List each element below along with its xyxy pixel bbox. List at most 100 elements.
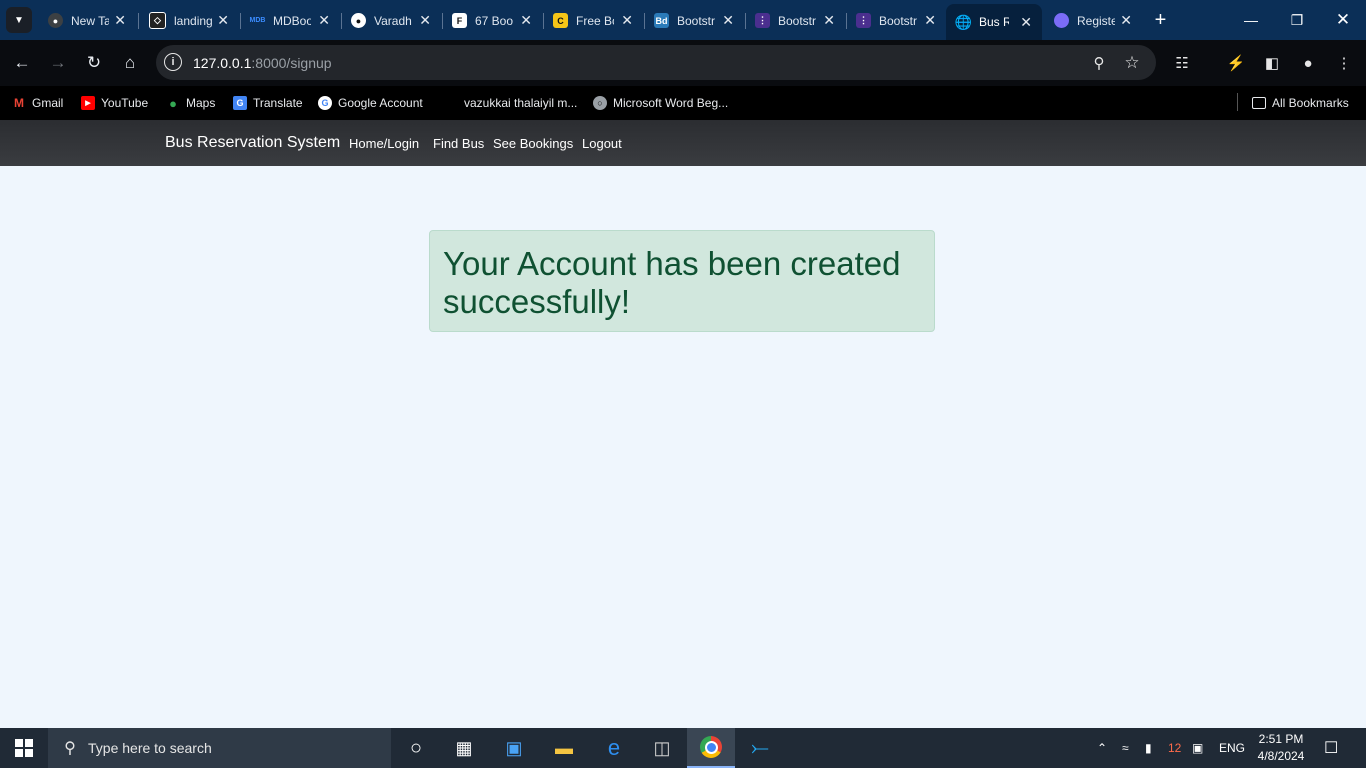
close-icon[interactable]: ✕ — [924, 12, 936, 29]
close-icon[interactable]: ✕ — [722, 12, 734, 29]
tab-title: Register — [1077, 13, 1115, 28]
tab-bootstrap-3[interactable]: ⋮ Bootstrap ✕ — [846, 8, 946, 33]
menu-kebab-icon[interactable]: ⋮ — [1332, 51, 1356, 75]
close-icon[interactable]: ✕ — [419, 12, 431, 29]
c-icon: C — [553, 13, 568, 28]
tab-bus-reservation[interactable]: 🌐 Bus Reservation ✕ — [946, 4, 1042, 40]
tab-title: Bootstrap — [879, 13, 917, 28]
clock-date: 4/8/2024 — [1257, 749, 1305, 763]
taskbar-search-box[interactable]: ⚲ Type here to search — [48, 728, 391, 768]
nav-logout[interactable]: Logout — [582, 136, 622, 151]
navbar-brand[interactable]: Bus Reservation System — [165, 134, 340, 152]
url-text[interactable]: 127.0.0.1:8000/signup — [193, 55, 332, 71]
display-icon[interactable]: ▣ — [1192, 728, 1203, 768]
cortana-icon[interactable]: ○ — [392, 728, 440, 768]
success-alert: Your Account has been created successful… — [429, 230, 935, 332]
tab-title: New Tab — [71, 13, 109, 28]
close-icon[interactable]: ✕ — [1120, 12, 1132, 29]
close-window-button[interactable]: ✕ — [1320, 0, 1366, 40]
bookmarks-separator — [1237, 93, 1238, 111]
bookmark-youtube[interactable]: ▶ YouTube — [81, 93, 148, 113]
close-icon[interactable]: ✕ — [520, 12, 532, 29]
bookmark-translate[interactable]: G Translate — [233, 93, 303, 113]
translate-icon: G — [233, 96, 247, 110]
google-icon: G — [318, 96, 332, 110]
bookmarks-bar: M Gmail ▶ YouTube ● Maps G Translate G G… — [0, 86, 1366, 120]
bookmark-label: Gmail — [32, 96, 64, 110]
home-button[interactable]: ⌂ — [117, 50, 143, 76]
system-clock[interactable]: 2:51 PM 4/8/2024 — [1252, 731, 1310, 765]
microsoft-store-icon[interactable]: ▣ — [490, 728, 538, 768]
tab-bootstrap-2[interactable]: ⋮ Bootstrap ✕ — [745, 8, 845, 33]
bookmark-google-account[interactable]: G Google Account — [318, 93, 423, 113]
back-button[interactable]: ← — [9, 50, 35, 76]
extensions-icon[interactable]: ☷ — [1170, 51, 1194, 75]
bookmark-microsoft-word[interactable]: ○ Microsoft Word Beg... — [593, 93, 728, 113]
tab-title: landing — [174, 13, 212, 28]
restore-button[interactable]: ❐ — [1274, 0, 1320, 40]
task-view-icon[interactable]: ▦ — [440, 728, 488, 768]
tray-chevron-icon[interactable]: ⌃ — [1097, 728, 1107, 768]
tab-register[interactable]: Register ✕ — [1044, 8, 1142, 33]
minimize-button[interactable]: — — [1228, 0, 1274, 40]
close-icon[interactable]: ✕ — [114, 12, 126, 29]
forward-button[interactable]: → — [45, 50, 71, 76]
vscode-icon[interactable]: ⤚ — [736, 728, 784, 768]
windows-logo-icon — [15, 739, 33, 757]
tab-67-bootstrap[interactable]: F 67 Bootstrap ✕ — [442, 8, 542, 33]
bookmark-gmail[interactable]: M Gmail — [12, 93, 63, 113]
maps-icon: ● — [169, 95, 177, 111]
reload-button[interactable]: ↻ — [81, 50, 107, 76]
file-explorer-icon[interactable]: ▬ — [540, 728, 588, 768]
close-icon[interactable]: ✕ — [217, 12, 229, 29]
orb-icon — [1054, 13, 1069, 28]
close-icon[interactable]: ✕ — [1020, 14, 1032, 31]
tab-strip: ▼ ● New Tab ✕ ◇ landing ✕ MDB MDBootstra… — [0, 0, 1366, 40]
tab-mdbootstrap[interactable]: MDB MDBootstrap ✕ — [240, 8, 340, 33]
chrome-icon: ● — [48, 13, 63, 28]
search-placeholder: Type here to search — [88, 740, 212, 756]
edge-icon[interactable]: e — [590, 728, 638, 768]
profile-avatar[interactable]: ● — [1296, 51, 1320, 75]
close-icon[interactable]: ✕ — [621, 12, 633, 29]
app-icon[interactable]: ◫ — [638, 728, 686, 768]
side-panel-icon[interactable]: ◧ — [1260, 51, 1284, 75]
bookmark-label: Google Account — [338, 96, 423, 110]
language-indicator[interactable]: ENG — [1219, 728, 1245, 768]
action-center-icon[interactable]: ☐ — [1324, 728, 1338, 768]
close-icon[interactable]: ✕ — [823, 12, 835, 29]
github-icon: ● — [351, 13, 366, 28]
windows-start-button[interactable] — [0, 728, 48, 768]
nav-see-bookings[interactable]: See Bookings — [493, 136, 573, 151]
nav-find-bus[interactable]: Find Bus — [433, 136, 484, 151]
tab-title: Free Bootstrap — [576, 13, 614, 28]
bookmark-maps[interactable]: ● Maps — [166, 93, 215, 113]
close-icon[interactable]: ✕ — [318, 12, 330, 29]
battery-icon[interactable]: ▮ — [1145, 728, 1152, 768]
nav-home-login[interactable]: Home/Login — [349, 136, 419, 151]
notification-count[interactable]: 12 — [1168, 728, 1181, 768]
tab-new-tab[interactable]: ● New Tab ✕ — [38, 8, 136, 33]
tab-search-button[interactable]: ▼ — [6, 7, 32, 33]
globe-icon: ○ — [593, 96, 607, 110]
all-bookmarks[interactable]: All Bookmarks — [1252, 93, 1349, 113]
tab-title: 67 Bootstrap — [475, 13, 513, 28]
bookmark-vazukkai[interactable]: vazukkai thalaiyil m... — [444, 93, 577, 113]
tab-bootstrap-1[interactable]: Bd Bootstrap ✕ — [644, 8, 744, 33]
extension-bolt-icon[interactable]: ⚡ — [1224, 51, 1248, 75]
new-tab-button[interactable]: + — [1148, 8, 1173, 33]
site-info-icon[interactable]: i — [164, 53, 182, 71]
youtube-icon: ▶ — [81, 96, 95, 110]
globe-icon: 🌐 — [954, 13, 973, 30]
windows-taskbar: ⚲ Type here to search ○ ▦ ▣ ▬ e ◫ ⤚ ⌃ ≈ … — [0, 728, 1366, 768]
tab-github[interactable]: ● Varadharajan ✕ — [341, 8, 441, 33]
mdb-icon: MDB — [249, 17, 266, 24]
zoom-icon[interactable]: ⚲ — [1089, 53, 1109, 73]
address-bar[interactable]: i 127.0.0.1:8000/signup ⚲ ☆ — [156, 45, 1156, 80]
tab-landing[interactable]: ◇ landing ✕ — [139, 8, 239, 33]
bookmark-star-icon[interactable]: ☆ — [1122, 53, 1142, 73]
wifi-icon[interactable]: ≈ — [1122, 728, 1129, 768]
browser-toolbar: ← → ↻ ⌂ i 127.0.0.1:8000/signup ⚲ ☆ ☷ ⚡ … — [0, 40, 1366, 86]
chrome-taskbar-icon[interactable] — [687, 728, 735, 768]
tab-free-bootstrap[interactable]: C Free Bootstrap ✕ — [543, 8, 643, 33]
